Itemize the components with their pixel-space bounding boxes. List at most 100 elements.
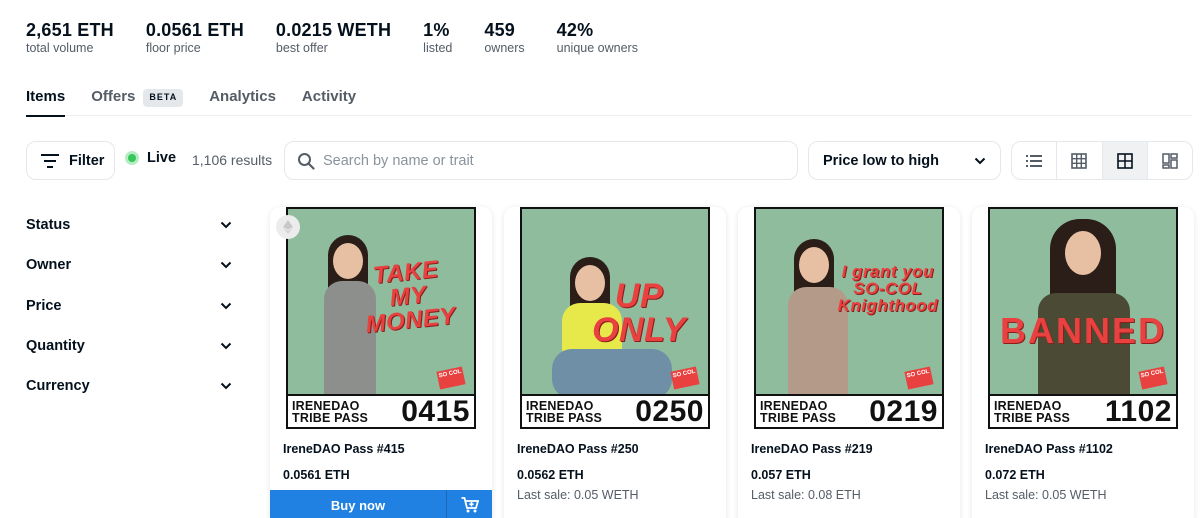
view-toggle [1011,141,1193,180]
filter-label: Filter [69,152,105,169]
search-icon [298,152,315,170]
grid-large-view-button[interactable] [1057,142,1103,179]
band-number: 0219 [869,394,938,428]
sidebar-item-price[interactable]: Price [26,286,236,326]
band-number: 1102 [1104,394,1172,428]
chevron-down-icon [974,157,986,164]
sidebar-item-owner[interactable]: Owner [26,245,236,285]
stat-owners: 459 owners [484,20,524,55]
stat-unique-owners: 42% unique owners [557,20,638,55]
sort-dropdown[interactable]: Price low to high [808,141,1001,180]
band-text: IRENEDAO TRIBE PASS [760,398,837,425]
band-text: IRENEDAO TRIBE PASS [526,398,603,425]
results-count: 1,106 results [192,152,273,168]
nft-price: 0.0561 ETH [283,468,350,482]
socol-badge: SO COL [904,366,934,390]
filter-sidebar: Status Owner Price Quantity Currency [26,205,236,406]
artwork-band: IRENEDAO TRIBE PASS 0415 [288,394,474,427]
nft-card[interactable]: TAKE MY MONEY SO COL IRENEDAO TRIBE PASS… [270,207,492,518]
cart-icon [461,497,479,513]
buy-now-button[interactable]: Buy now [270,490,447,518]
grid-large-icon [1071,152,1088,169]
tab-label: Activity [301,88,357,105]
nft-artwork: UP ONLY SO COL IRENEDAO TRIBE PASS 0250 [520,207,710,429]
live-dot-icon [125,151,139,165]
sidebar-item-status[interactable]: Status [26,205,236,245]
artwork-slogan: UP ONLY [592,277,686,349]
artwork-slogan: I grant you SO-COL Knighthood [837,262,938,315]
list-view-icon [1026,154,1043,167]
filter-icon [41,153,59,168]
search-box[interactable] [284,141,798,180]
stat-value: 0.0561 ETH [145,20,244,40]
nft-price: 0.057 ETH [751,468,811,482]
stat-label: listed [423,41,453,55]
sidebar-item-label: Price [26,297,62,314]
nft-card[interactable]: UP ONLY SO COL IRENEDAO TRIBE PASS 0250 … [504,207,726,518]
grid-mosaic-view-button[interactable] [1148,142,1192,179]
nft-card[interactable]: BANNED SO COL IRENEDAO TRIBE PASS 1102 I… [972,207,1194,518]
nft-image: TAKE MY MONEY SO COL IRENEDAO TRIBE PASS… [286,207,476,429]
last-sale: Last sale: 0.05 WETH [517,488,639,502]
tab-analytics[interactable]: Analytics [209,86,276,116]
tab-items[interactable]: Items [26,86,66,117]
chevron-down-icon [220,342,232,350]
stat-label: total volume [26,41,94,55]
stat-value: 2,651 ETH [26,20,114,40]
tab-activity[interactable]: Activity [302,86,356,116]
last-sale: Last sale: 0.08 ETH [751,488,861,502]
stat-value: 0.0215 WETH [275,20,392,40]
stat-value: 1% [423,20,450,40]
last-sale: Last sale: 0.05 WETH [985,488,1107,502]
live-indicator[interactable]: Live [125,150,176,166]
nft-artwork: TAKE MY MONEY SO COL IRENEDAO TRIBE PASS… [286,207,476,429]
nft-name: IreneDAO Pass #219 [751,442,873,456]
stat-label: unique owners [556,41,638,55]
artwork-slogan: TAKE MY MONEY [364,255,458,339]
socol-badge: SO COL [670,366,700,390]
tab-offers[interactable]: Offers BETA [91,86,184,116]
nft-name: IreneDAO Pass #250 [517,442,639,456]
nft-name: IreneDAO Pass #1102 [985,442,1113,456]
stat-value: 42% [556,20,594,40]
stat-total-volume: 2,651 ETH total volume [26,20,114,55]
figure-head [799,247,829,283]
nft-image: BANNED SO COL IRENEDAO TRIBE PASS 1102 [988,207,1178,429]
chevron-down-icon [220,302,232,310]
stat-floor-price: 0.0561 ETH floor price [146,20,244,55]
collection-tabs: Items Offers BETA Analytics Activity [26,86,1192,117]
search-input[interactable] [323,152,763,169]
sidebar-item-label: Status [26,217,71,234]
add-to-cart-button[interactable] [447,490,492,518]
nft-artwork: BANNED SO COL IRENEDAO TRIBE PASS 1102 [988,207,1178,429]
figure-head [333,243,363,279]
sidebar-item-label: Quantity [26,338,85,355]
collection-stats: 2,651 ETH total volume 0.0561 ETH floor pr… [26,20,670,55]
band-text: IRENEDAO TRIBE PASS [994,398,1071,425]
nft-card[interactable]: I grant you SO-COL Knighthood SO COL IRE… [738,207,960,518]
sidebar-item-label: Currency [26,378,90,395]
beta-badge: BETA [143,89,184,107]
nft-image: UP ONLY SO COL IRENEDAO TRIBE PASS 0250 [520,207,710,429]
live-label: Live [147,150,177,166]
nft-artwork: I grant you SO-COL Knighthood SO COL IRE… [754,207,944,429]
sidebar-item-quantity[interactable]: Quantity [26,326,236,366]
grid-mosaic-icon [1162,152,1178,169]
nft-price: 0.072 ETH [985,468,1045,482]
sidebar-item-currency[interactable]: Currency [26,366,236,406]
socol-badge: SO COL [436,366,466,390]
filter-button[interactable]: Filter [26,141,115,180]
band-text: IRENEDAO TRIBE PASS [292,398,369,425]
nft-name: IreneDAO Pass #415 [283,442,405,456]
artwork-slogan: BANNED [999,310,1166,351]
tab-label: Analytics [209,88,276,105]
grid-medium-view-button[interactable] [1102,142,1148,179]
buy-bar: Buy now [270,490,492,518]
nft-image: I grant you SO-COL Knighthood SO COL IRE… [754,207,944,429]
band-number: 0250 [635,394,704,428]
tab-label: Offers [91,88,136,105]
stat-label: floor price [145,41,201,55]
tab-label: Items [26,88,66,105]
list-view-button[interactable] [1012,142,1058,179]
sort-label: Price low to high [823,152,940,169]
